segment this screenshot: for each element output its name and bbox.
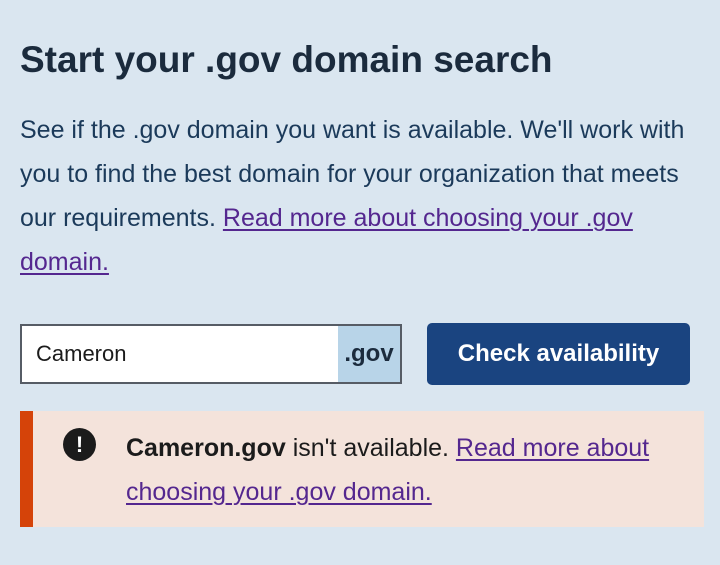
intro-paragraph: See if the .gov domain you want is avail…: [20, 108, 704, 284]
search-form: .gov Check availability: [20, 323, 704, 385]
page-title: Start your .gov domain search: [20, 39, 553, 80]
domain-search-input[interactable]: [22, 326, 338, 382]
domain-input-group: .gov: [20, 324, 402, 384]
check-availability-button[interactable]: Check availability: [427, 323, 690, 385]
alert-domain: Cameron.gov: [126, 434, 286, 462]
alert-text: isn't available.: [292, 434, 449, 462]
alert-message: Cameron.gov isn't available. Read more a…: [126, 426, 686, 514]
error-alert: ! Cameron.gov isn't available. Read more…: [20, 411, 704, 527]
gov-suffix: .gov: [338, 326, 400, 382]
exclamation-circle-icon: !: [63, 428, 96, 461]
